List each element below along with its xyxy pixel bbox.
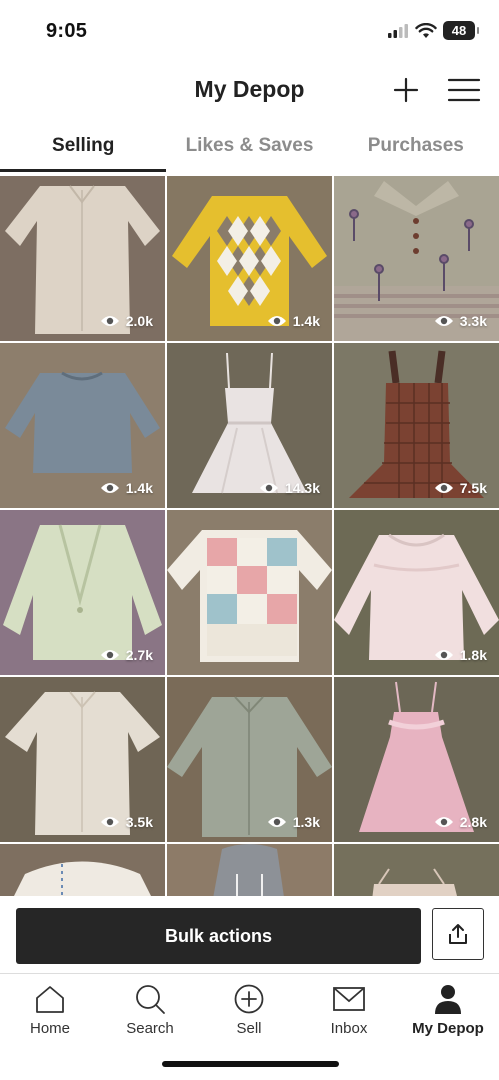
nav-label: Sell xyxy=(236,1020,262,1037)
listing-photo xyxy=(0,844,165,896)
inbox-icon xyxy=(333,987,365,1011)
view-count: 2.8k xyxy=(434,814,487,830)
nav-label: Search xyxy=(126,1020,174,1037)
nav-search[interactable]: Search xyxy=(100,982,200,1042)
listing-tile[interactable]: 2.0k xyxy=(0,176,165,341)
listing-photo xyxy=(167,510,332,675)
status-icons: 48 xyxy=(387,21,479,40)
view-count-value: 1.4k xyxy=(125,480,153,496)
listing-tile[interactable]: 3.3k xyxy=(334,176,499,341)
search-icon xyxy=(136,985,165,1014)
view-count-value: 3.5k xyxy=(125,814,153,830)
eye-icon xyxy=(434,817,453,827)
view-count-value: 2.7k xyxy=(125,647,153,663)
listing-tile[interactable] xyxy=(167,510,332,675)
nav-label: Inbox xyxy=(330,1020,368,1037)
view-count-value: 1.3k xyxy=(292,814,320,830)
view-count-value: 1.8k xyxy=(459,647,487,663)
share-icon xyxy=(449,924,467,944)
eye-icon xyxy=(100,316,119,326)
listing-tile[interactable]: 7.5k xyxy=(334,343,499,508)
nav-home[interactable]: Home xyxy=(0,982,100,1042)
profile-tabs: Selling Likes & Saves Purchases xyxy=(0,124,499,172)
view-count: 1.8k xyxy=(434,647,487,663)
nav-inbox[interactable]: Inbox xyxy=(299,982,399,1042)
header: My Depop xyxy=(0,66,499,116)
listing-tile[interactable]: 1.4k xyxy=(167,176,332,341)
eye-icon xyxy=(267,817,286,827)
profile-icon xyxy=(435,985,461,1014)
home-indicator xyxy=(162,1061,339,1067)
action-bar: Bulk actions xyxy=(0,896,499,972)
eye-icon xyxy=(434,650,453,660)
view-count: 3.5k xyxy=(100,814,153,830)
nav-my-depop[interactable]: My Depop xyxy=(398,982,498,1042)
listing-tile[interactable] xyxy=(167,844,332,896)
wifi-icon xyxy=(415,22,437,38)
nav-label: My Depop xyxy=(412,1020,484,1037)
view-count: 1.4k xyxy=(100,480,153,496)
listing-tile[interactable]: 1.3k xyxy=(167,677,332,842)
listing-tile[interactable] xyxy=(0,844,165,896)
battery-level: 48 xyxy=(451,23,467,38)
bulk-actions-button[interactable]: Bulk actions xyxy=(16,908,421,964)
listing-grid: 2.0k 1.4k 3.3k 1.4k 14.3k 7.5k 2.7k 1.8k… xyxy=(0,176,499,896)
tab-selling[interactable]: Selling xyxy=(0,124,167,172)
listing-tile[interactable]: 2.8k xyxy=(334,677,499,842)
status-bar: 9:05 48 xyxy=(0,0,499,60)
view-count-value: 3.3k xyxy=(459,313,487,329)
view-count: 3.3k xyxy=(434,313,487,329)
view-count-value: 1.4k xyxy=(292,313,320,329)
view-count: 1.4k xyxy=(267,313,320,329)
tab-likes-saves[interactable]: Likes & Saves xyxy=(166,124,332,172)
eye-icon xyxy=(100,817,119,827)
eye-icon xyxy=(434,483,453,493)
eye-icon xyxy=(100,650,119,660)
listing-photo xyxy=(167,844,332,896)
home-icon xyxy=(36,986,64,1013)
eye-icon xyxy=(100,483,119,493)
listing-tile[interactable]: 14.3k xyxy=(167,343,332,508)
eye-icon xyxy=(267,316,286,326)
battery-icon: 48 xyxy=(443,21,479,40)
view-count: 14.3k xyxy=(259,480,320,496)
view-count-value: 2.0k xyxy=(125,313,153,329)
listing-tile[interactable]: 3.5k xyxy=(0,677,165,842)
share-button[interactable] xyxy=(432,908,484,960)
listing-photo xyxy=(334,844,499,896)
menu-button[interactable] xyxy=(444,72,484,108)
view-count-value: 14.3k xyxy=(284,480,320,496)
sell-icon xyxy=(234,984,264,1014)
nav-sell[interactable]: Sell xyxy=(199,982,299,1042)
add-item-button[interactable] xyxy=(388,72,424,108)
tab-purchases[interactable]: Purchases xyxy=(333,124,499,172)
status-time: 9:05 xyxy=(46,20,88,42)
view-count: 2.7k xyxy=(100,647,153,663)
listing-tile[interactable]: 1.4k xyxy=(0,343,165,508)
listing-tile[interactable]: 1.8k xyxy=(334,510,499,675)
hamburger-menu-icon xyxy=(447,78,481,102)
signal-icon xyxy=(388,23,408,38)
page-title: My Depop xyxy=(194,76,305,102)
eye-icon xyxy=(434,316,453,326)
view-count: 1.3k xyxy=(267,814,320,830)
view-count: 2.0k xyxy=(100,313,153,329)
view-count: 7.5k xyxy=(434,480,487,496)
view-count-value: 2.8k xyxy=(459,814,487,830)
plus-icon xyxy=(393,77,419,103)
eye-icon xyxy=(259,483,278,493)
nav-label: Home xyxy=(29,1020,70,1037)
listing-tile[interactable]: 2.7k xyxy=(0,510,165,675)
view-count-value: 7.5k xyxy=(459,480,487,496)
listing-tile[interactable] xyxy=(334,844,499,896)
